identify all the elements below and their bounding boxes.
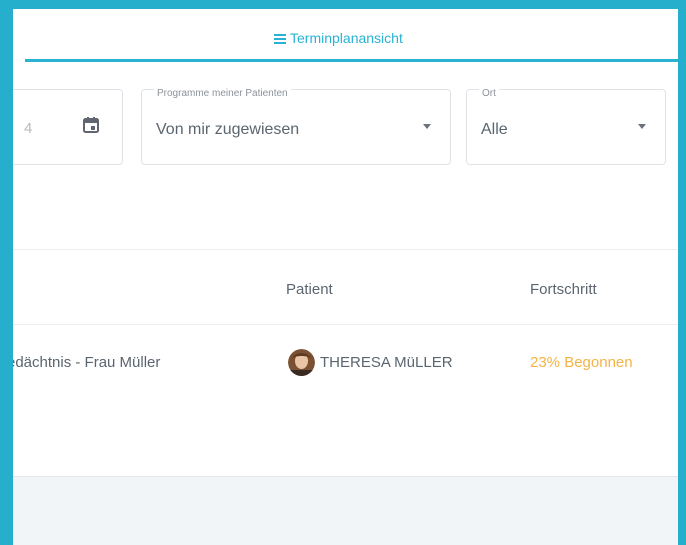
location-label: Ort (479, 88, 499, 99)
list-icon (274, 33, 286, 44)
chevron-down-icon (638, 124, 646, 129)
table-footer-area (13, 476, 678, 545)
chevron-down-icon (423, 124, 431, 129)
header-divider (13, 324, 678, 325)
location-value: Alle (481, 121, 508, 138)
main-panel: Terminplanansicht 4 Programme meiner Pat… (13, 9, 678, 545)
tab-terminplanansicht[interactable]: Terminplanansicht (274, 26, 403, 50)
tab-active-indicator (25, 59, 678, 62)
programs-select[interactable]: Programme meiner Patienten Von mir zugew… (141, 88, 451, 165)
tab-label: Terminplanansicht (290, 30, 403, 46)
location-select[interactable]: Ort Alle (466, 88, 666, 165)
date-field[interactable]: 4 (13, 89, 123, 165)
date-value: 4 (24, 120, 33, 137)
programs-value: Von mir zugewiesen (156, 121, 300, 138)
program-name: edächtnis - Frau Müller (13, 354, 161, 371)
programs-label: Programme meiner Patienten (154, 88, 291, 99)
table-top-divider (13, 249, 678, 250)
header-progress: Fortschritt (530, 281, 597, 298)
progress-status: 23% Begonnen (530, 354, 633, 371)
patient-name: THERESA MüLLER (320, 354, 453, 371)
avatar (288, 349, 315, 376)
calendar-icon[interactable] (82, 116, 100, 134)
header-patient: Patient (286, 281, 333, 298)
